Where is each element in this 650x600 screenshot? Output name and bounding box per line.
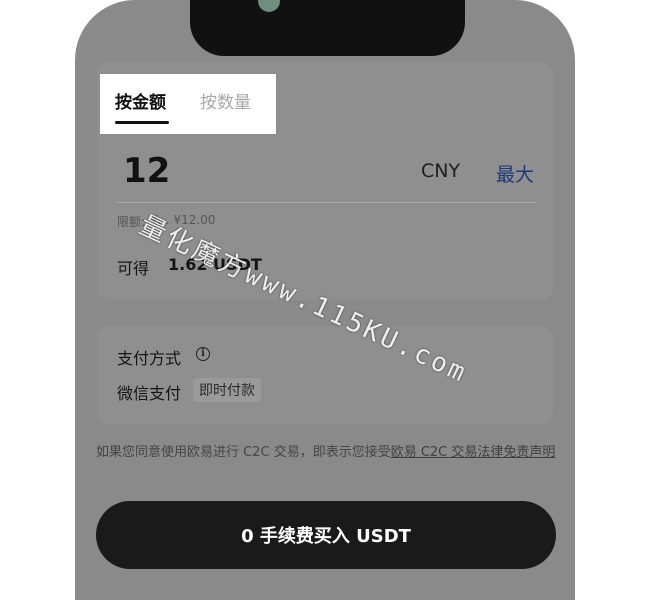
disclaimer-text: 如果您同意使用欧易进行 C2C 交易，即表示您接受欧易 C2C 交易法律免责声明	[96, 442, 566, 463]
status-dot	[258, 0, 280, 12]
tab-bar: 按金额 按数量	[100, 74, 276, 134]
payment-method-name[interactable]: 微信支付	[117, 380, 181, 404]
receive-label: 可得	[117, 259, 150, 278]
disclaimer-body: 如果您同意使用欧易进行 C2C 交易，即表示您接受	[96, 445, 391, 460]
active-tab-indicator	[115, 121, 169, 124]
currency-label: CNY	[421, 160, 461, 182]
info-icon[interactable]: i	[196, 347, 210, 361]
amount-input[interactable]: 12	[123, 151, 170, 191]
tab-by-amount[interactable]: 按金额	[115, 88, 166, 113]
instant-payment-tag: 即时付款	[193, 378, 261, 402]
tab-by-quantity[interactable]: 按数量	[200, 88, 251, 113]
payment-card	[97, 326, 553, 424]
disclaimer-link[interactable]: 欧易 C2C 交易法律免责声明	[391, 445, 556, 460]
divider	[117, 202, 537, 203]
max-button[interactable]: 最大	[496, 160, 534, 187]
payment-method-title: 支付方式	[117, 349, 182, 368]
phone-notch	[190, 0, 465, 56]
buy-usdt-button[interactable]: 0 手续费买入 USDT	[96, 501, 556, 569]
